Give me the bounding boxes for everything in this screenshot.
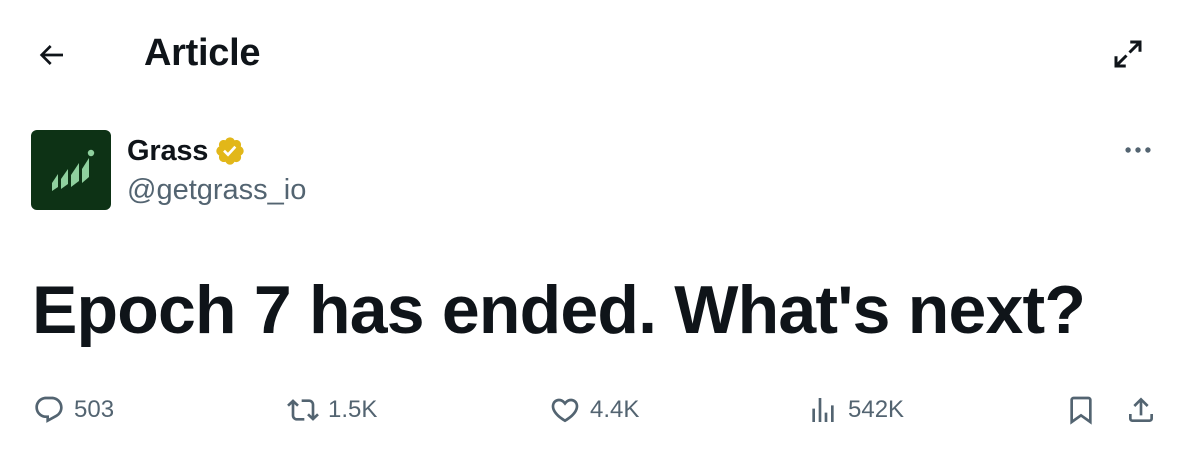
like-count: 4.4K [590,396,640,423]
article-headline[interactable]: Epoch 7 has ended. What's next? [32,270,1086,350]
author-name-row[interactable]: Grass [127,131,246,171]
more-dots-icon [1125,147,1151,153]
back-button[interactable] [30,34,72,76]
bookmark-button[interactable] [1064,390,1098,430]
more-options-button[interactable] [1116,130,1160,170]
author-handle[interactable]: @getgrass_io [127,170,306,210]
avatar[interactable] [31,130,111,210]
views-count: 542K [848,396,905,423]
article-header: Article [0,0,1196,106]
reply-icon [32,393,66,427]
grass-logo-icon [52,149,95,191]
author-name[interactable]: Grass [127,131,208,171]
reply-count: 503 [74,396,115,423]
analytics-icon [806,393,840,427]
repost-button[interactable]: 1.5K [286,390,377,430]
expand-icon [1114,40,1142,68]
expand-button[interactable] [1106,32,1150,76]
like-button[interactable]: 4.4K [548,390,639,430]
arrow-left-icon [39,45,63,65]
repost-count: 1.5K [328,396,378,423]
bookmark-icon [1064,393,1098,427]
page-title: Article [144,32,261,74]
views-button[interactable]: 542K [806,390,904,430]
share-icon [1124,393,1158,427]
repost-icon [286,393,320,427]
verified-badge-icon [214,135,246,167]
heart-icon [548,393,582,427]
reply-button[interactable]: 503 [32,390,114,430]
share-button[interactable] [1124,390,1158,430]
